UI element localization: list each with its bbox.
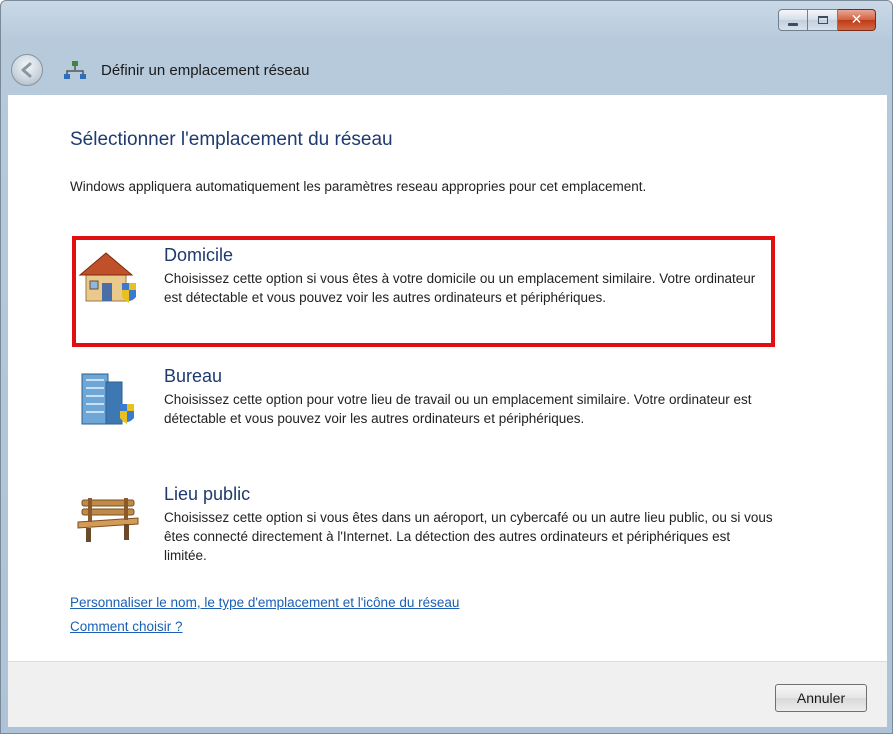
- option-title: Domicile: [164, 245, 234, 265]
- back-button[interactable]: [11, 54, 43, 86]
- network-icon: [64, 61, 86, 79]
- how-to-choose-link[interactable]: Comment choisir ?: [70, 619, 183, 634]
- back-arrow-icon: [21, 62, 32, 78]
- minimize-button[interactable]: [778, 9, 808, 31]
- title-bar: Définir un emplacement réseau ✕: [1, 1, 892, 95]
- park-bench-icon: [77, 498, 139, 542]
- option-bureau[interactable]: Bureau Choisissez cette option pour votr…: [76, 366, 776, 456]
- option-title: Bureau: [164, 366, 223, 386]
- window-title: Définir un emplacement réseau: [101, 62, 310, 79]
- intro-text: Windows appliquera automatiquement les p…: [70, 179, 647, 194]
- window-frame: Définir un emplacement réseau ✕ Sélectio…: [0, 0, 893, 734]
- close-icon: ✕: [850, 12, 863, 28]
- dialog-content: Sélectionner l'emplacement du réseau Win…: [8, 95, 887, 661]
- option-description: Choisissez cette option pour votre lieu …: [164, 392, 752, 426]
- option-lieu-public[interactable]: Lieu public Choisissez cette option si v…: [76, 484, 776, 574]
- office-building-icon: [81, 373, 134, 425]
- maximize-button[interactable]: [808, 9, 838, 31]
- option-description: Choisissez cette option si vous êtes dan…: [164, 510, 773, 563]
- option-domicile[interactable]: Domicile Choisissez cette option si vous…: [76, 245, 776, 335]
- page-heading: Sélectionner l'emplacement du réseau: [70, 129, 393, 150]
- maximize-icon: [817, 16, 828, 24]
- dialog-footer: Annuler: [8, 661, 887, 727]
- option-title: Lieu public: [164, 484, 251, 504]
- customize-network-link[interactable]: Personnaliser le nom, le type d'emplacem…: [70, 595, 459, 610]
- option-description: Choisissez cette option si vous êtes à v…: [164, 271, 756, 305]
- close-button[interactable]: ✕: [838, 9, 876, 31]
- minimize-icon: [788, 22, 798, 26]
- window-controls: ✕: [778, 9, 876, 31]
- house-icon: [78, 252, 136, 303]
- cancel-button[interactable]: Annuler: [775, 684, 867, 712]
